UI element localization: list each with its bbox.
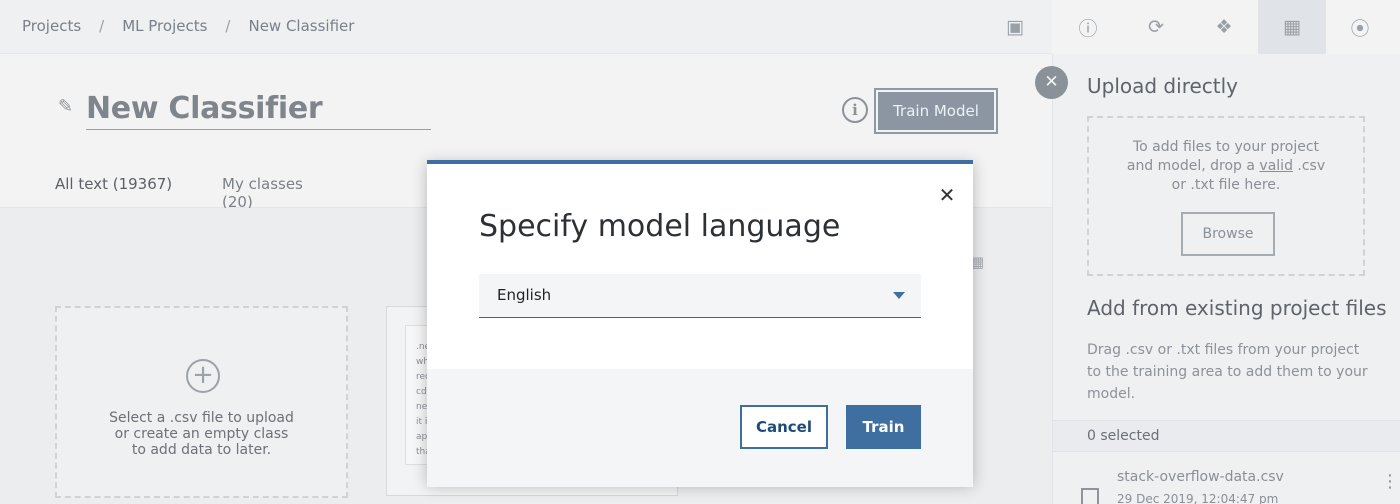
edit-pencil-icon[interactable]: ✎ [58,96,73,117]
top-bar: Projects / ML Projects / New Classifier [0,0,1052,54]
dropzone-line: to add data to later. [131,442,272,458]
language-modal: ✕ Specify model language English Cancel … [427,160,973,487]
dropzone-line: Select a .csv file to upload [109,410,294,426]
modal-footer: Cancel Train [427,369,973,487]
cancel-button[interactable]: Cancel [740,405,828,449]
chevron-down-icon [893,292,905,299]
language-value: English [497,286,552,304]
breadcrumb-ml-projects[interactable]: ML Projects [122,17,207,35]
upload-text-line: or .txt file here. [1171,177,1281,193]
train-model-button[interactable]: Train Model [874,88,998,134]
selection-bar: 0 selected [1053,420,1400,452]
dropzone-text: Select a .csv file to upload or create a… [57,410,346,458]
selected-count: 0 selected [1087,428,1160,444]
upload-text: and model, drop a [1126,158,1260,174]
asset-icon[interactable]: ▣ [1000,0,1030,54]
upload-heading: Upload directly [1087,74,1239,98]
close-icon[interactable]: ✕ [936,184,958,206]
close-panel-icon[interactable]: ✕ [1035,66,1068,99]
breadcrumb-separator: / [225,17,231,35]
upload-dropzone[interactable]: To add files to your project and model, … [1087,116,1365,276]
train-button[interactable]: Train [846,405,921,449]
browse-button[interactable]: Browse [1181,212,1275,256]
breadcrumb-projects[interactable]: Projects [22,17,81,35]
modal-title: Specify model language [479,209,841,244]
overflow-menu-icon[interactable]: ⋮ [1381,471,1399,492]
file-date: 29 Dec 2019, 12:04:47 pm [1117,492,1279,504]
feedback-icon[interactable]: ❖ [1190,0,1258,54]
upload-text: .csv [1292,158,1326,174]
file-name: stack-overflow-data.csv [1117,469,1284,485]
existing-files-text: Drag .csv or .txt files from your projec… [1087,342,1368,402]
valid-link[interactable]: valid [1259,158,1293,174]
breadcrumb: Projects / ML Projects / New Classifier [22,17,354,35]
deploy-icon[interactable]: ⟳ [1122,0,1190,54]
info-icon[interactable]: ⓘ [1054,0,1122,54]
classifier-title[interactable]: New Classifier [86,90,431,130]
add-icon: + [186,359,220,393]
info-icon[interactable]: i [842,97,868,123]
upload-text-line: To add files to your project [1132,139,1320,155]
top-icon-bar: ▣ ⓘ ⟳ ❖ ▦ ⦿ [1000,0,1400,54]
upload-class-card[interactable]: + Select a .csv file to upload or create… [55,306,348,498]
compass-icon[interactable]: ⦿ [1326,0,1394,54]
data-icon[interactable]: ▦ [1258,0,1326,54]
tab-all-text[interactable]: All text (19367) [55,175,172,193]
file-checkbox[interactable] [1081,488,1099,504]
breadcrumb-current: New Classifier [248,17,355,35]
existing-files-heading: Add from existing project files [1087,296,1387,320]
breadcrumb-separator: / [99,17,105,35]
upload-instructions: To add files to your project and model, … [1089,138,1363,195]
train-model-label: Train Model [878,92,994,130]
language-select[interactable]: English [479,274,921,318]
right-panel: Upload directly To add files to your pro… [1052,54,1400,504]
dropzone-line: or create an empty class [114,426,289,442]
